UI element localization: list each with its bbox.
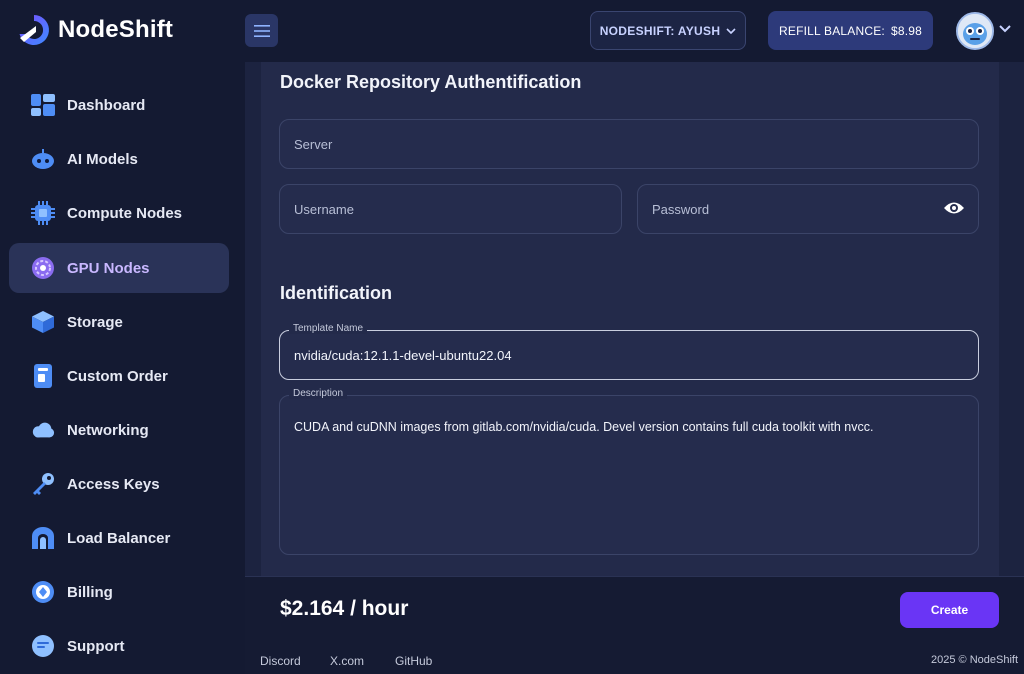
copyright: 2025 © NodeShift [931,654,1018,666]
password-input[interactable]: Password [637,184,979,234]
footer-link-discord[interactable]: Discord [260,654,301,668]
robot-icon [31,147,55,171]
sidebar-item-label: Networking [67,421,149,439]
sidebar-item-label: Access Keys [67,475,160,493]
avatar[interactable] [956,12,994,50]
template-name-label: Template Name [289,323,368,334]
description-value: CUDA and cuDNN images from gitlab.com/nv… [294,420,874,434]
sidebar-item-label: AI Models [67,150,138,168]
cube-icon [31,310,55,334]
description-textarea[interactable] [279,395,979,555]
menu-toggle-button[interactable] [245,14,278,47]
dashboard-icon [31,93,55,117]
sidebar-item-billing[interactable]: Billing [9,567,229,617]
footer-link-github[interactable]: GitHub [395,654,432,668]
footer-link-x[interactable]: X.com [330,654,364,668]
sidebar-item-dashboard[interactable]: Dashboard [9,80,229,130]
refill-label: REFILL BALANCE: [779,23,885,38]
support-icon [31,634,55,658]
sidebar-item-label: Custom Order [67,367,168,385]
refill-balance-button[interactable]: REFILL BALANCE: $8.98 [768,11,933,50]
organization-label: NODESHIFT: AYUSH [599,23,721,38]
sidebar-item-gpu-nodes[interactable]: GPU Nodes [9,243,229,293]
sidebar-item-label: Dashboard [67,96,146,114]
billing-icon [31,580,55,604]
sidebar-item-ai-models[interactable]: AI Models [9,134,229,184]
hamburger-icon [253,24,270,37]
order-icon [31,364,55,388]
sidebar-item-access-keys[interactable]: Access Keys [9,459,229,509]
server-placeholder: Server [294,136,333,152]
app-name: NodeShift [58,16,174,43]
sidebar-item-label: GPU Nodes [67,259,150,277]
balance-amount: $8.98 [890,23,922,38]
balancer-icon [31,526,55,550]
key-icon [31,472,55,496]
gpu-icon [31,256,55,280]
logo[interactable]: NodeShift [16,12,173,48]
cloud-icon [31,418,55,442]
sidebar-item-label: Billing [67,583,113,601]
sidebar-item-storage[interactable]: Storage [9,297,229,347]
username-placeholder: Username [294,201,354,217]
server-input[interactable]: Server [279,119,979,169]
chip-icon [31,201,55,225]
create-button[interactable]: Create [900,592,999,628]
sidebar-item-label: Load Balancer [67,529,171,547]
sidebar-item-compute-nodes[interactable]: Compute Nodes [9,188,229,238]
sidebar-item-networking[interactable]: Networking [9,405,229,455]
sidebar-item-support[interactable]: Support [9,621,229,671]
organization-selector[interactable]: NODESHIFT: AYUSH [590,11,746,50]
user-avatar-icon [958,14,992,48]
description-label: Description [289,388,348,399]
eye-icon[interactable] [943,200,965,216]
sidebar-item-label: Storage [67,313,123,331]
identification-title: Identification [280,283,392,303]
chevron-down-icon [726,27,736,34]
template-name-input[interactable]: nvidia/cuda:12.1.1-devel-ubuntu22.04 [279,330,979,380]
sidebar-item-label: Support [67,637,125,655]
price-per-hour: $2.164 / hour [280,597,409,620]
username-input[interactable]: Username [279,184,622,234]
avatar-chevron-down-icon[interactable] [998,24,1012,33]
nodeshift-logo-icon [19,15,49,45]
sidebar-item-label: Compute Nodes [67,204,183,222]
sidebar-item-load-balancer[interactable]: Load Balancer [9,513,229,563]
sidebar-item-custom-order[interactable]: Custom Order [9,351,229,401]
template-name-value: nvidia/cuda:12.1.1-devel-ubuntu22.04 [294,347,512,363]
password-placeholder: Password [652,201,710,217]
docker-auth-title: Docker Repository Authentification [280,72,582,92]
